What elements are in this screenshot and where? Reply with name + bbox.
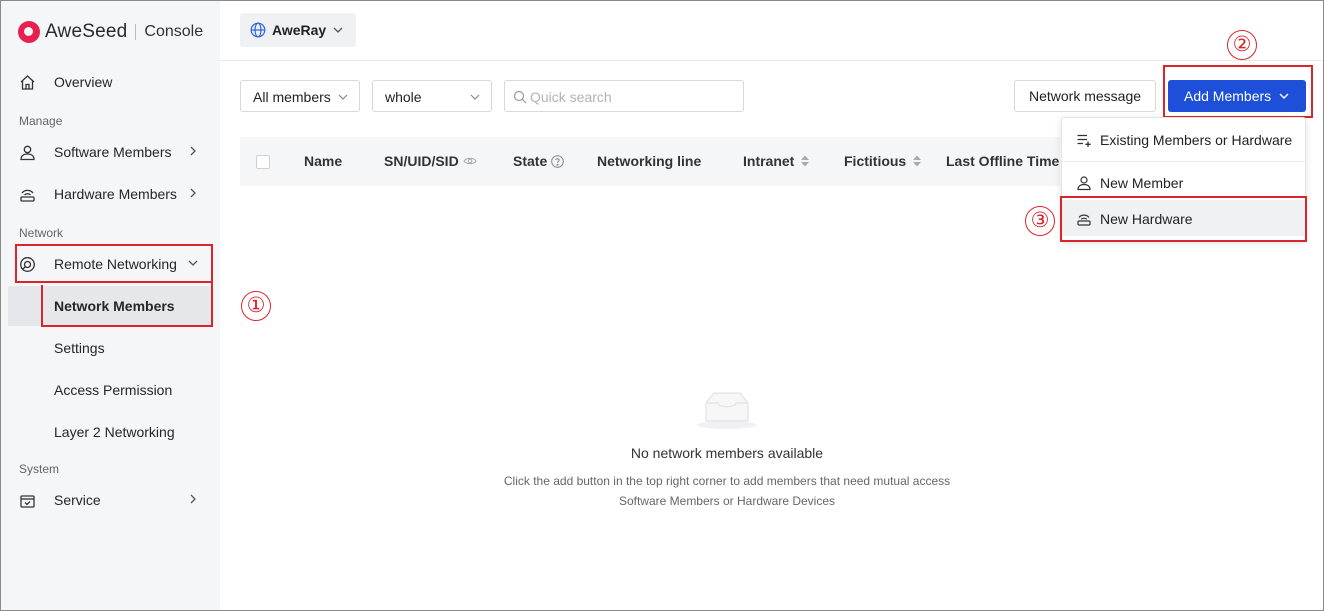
column-label: Networking line [597,153,702,169]
section-manage: Manage [19,114,63,128]
menu-item-existing-members[interactable]: Existing Members or Hardware [1062,121,1305,157]
sort-icon[interactable] [800,154,810,168]
sidebar-subitem-access-permission[interactable]: Access Permission [8,370,211,410]
list-add-icon [1077,134,1091,147]
section-network: Network [19,226,64,240]
sidebar-item-label: Hardware Members [54,186,177,202]
section-system: System [19,462,60,476]
quick-search-input[interactable] [530,87,735,107]
sidebar-item-label: Service [54,492,101,508]
column-label: Fictitious [844,153,907,169]
column-networking-line[interactable]: Networking line [597,153,701,169]
menu-divider [1062,161,1305,162]
annotation-2: ② [1227,30,1257,60]
network-name: AweRay [272,22,327,38]
brand[interactable]: AweSeed Console [18,19,203,45]
highlight-add-members [1163,65,1313,118]
annotation-1: ① [241,291,271,321]
network-message-button[interactable]: Network message [1014,80,1156,112]
column-label: SN/UID/SID [384,153,459,169]
home-icon [20,75,35,90]
chevron-down-icon [470,94,480,100]
sidebar-item-service[interactable]: Service [8,480,211,520]
table-header: Name SN/UID/SID State Networking line In… [240,137,1060,186]
sidebar-item-label: Access Permission [54,382,173,398]
empty-state-description-2: Software Members or Hardware Devices [618,494,836,508]
sidebar-subitem-settings[interactable]: Settings [8,328,211,368]
menu-item-label: New Member [1100,175,1184,191]
menu-item-new-member[interactable]: New Member [1062,164,1305,200]
sort-icon[interactable] [912,154,922,168]
sidebar-item-label: Layer 2 Networking [54,424,175,440]
state-filter-value: whole [385,89,422,105]
sidebar-item-label: Overview [54,74,113,90]
eye-icon[interactable] [463,156,477,166]
member-filter-select[interactable]: All members [240,80,360,112]
empty-state-title: No network members available [630,445,824,461]
help-icon[interactable] [551,154,565,168]
brand-divider [135,24,137,40]
column-label: State [513,153,548,169]
sidebar-item-overview[interactable]: Overview [8,62,211,102]
chevron-right-icon [190,494,196,504]
empty-state-description: Click the add button in the top right co… [503,474,951,488]
member-filter-value: All members [253,89,331,105]
sidebar-subitem-layer2-networking[interactable]: Layer 2 Networking [8,412,211,452]
chevron-down-icon [333,27,343,33]
brand-console: Console [144,23,204,40]
sidebar-item-software-members[interactable]: Software Members [8,132,211,172]
chevron-down-icon [338,94,348,100]
column-name[interactable]: Name [304,153,342,169]
column-label: Name [304,153,343,169]
sidebar-item-label: Software Members [54,144,172,160]
highlight-remote-networking [15,244,213,283]
select-all-checkbox[interactable] [256,155,270,169]
empty-box-icon [697,392,757,429]
column-intranet[interactable]: Intranet [743,153,810,169]
router-icon [20,189,35,202]
brand-name: AweSeed [45,21,128,42]
user-icon [20,145,35,161]
globe-icon [250,22,266,38]
highlight-network-members [41,283,213,327]
aweseed-logo [18,21,40,43]
sidebar-item-hardware-members[interactable]: Hardware Members [8,174,211,214]
quick-search[interactable] [504,80,744,112]
search-icon [513,90,527,104]
column-last-offline-time[interactable]: Last Offline Time [946,153,1059,169]
column-label: Last Offline Time [946,153,1060,169]
column-label: Intranet [743,153,795,169]
state-filter-select[interactable]: whole [372,80,492,112]
highlight-new-hardware [1060,196,1307,242]
column-fictitious[interactable]: Fictitious [844,153,922,169]
annotation-3: ③ [1025,206,1055,236]
chevron-right-icon [190,188,196,198]
menu-item-label: Existing Members or Hardware [1100,132,1293,148]
chevron-right-icon [190,146,196,156]
column-state[interactable]: State [513,153,565,169]
user-icon [1077,176,1091,191]
column-sn-uid-sid[interactable]: SN/UID/SID [384,153,477,169]
header: AweRay [220,1,1323,61]
network-selector[interactable]: AweRay [240,13,356,47]
service-icon [20,495,35,508]
sidebar-item-label: Settings [54,340,105,356]
highlight-gap [15,283,43,285]
